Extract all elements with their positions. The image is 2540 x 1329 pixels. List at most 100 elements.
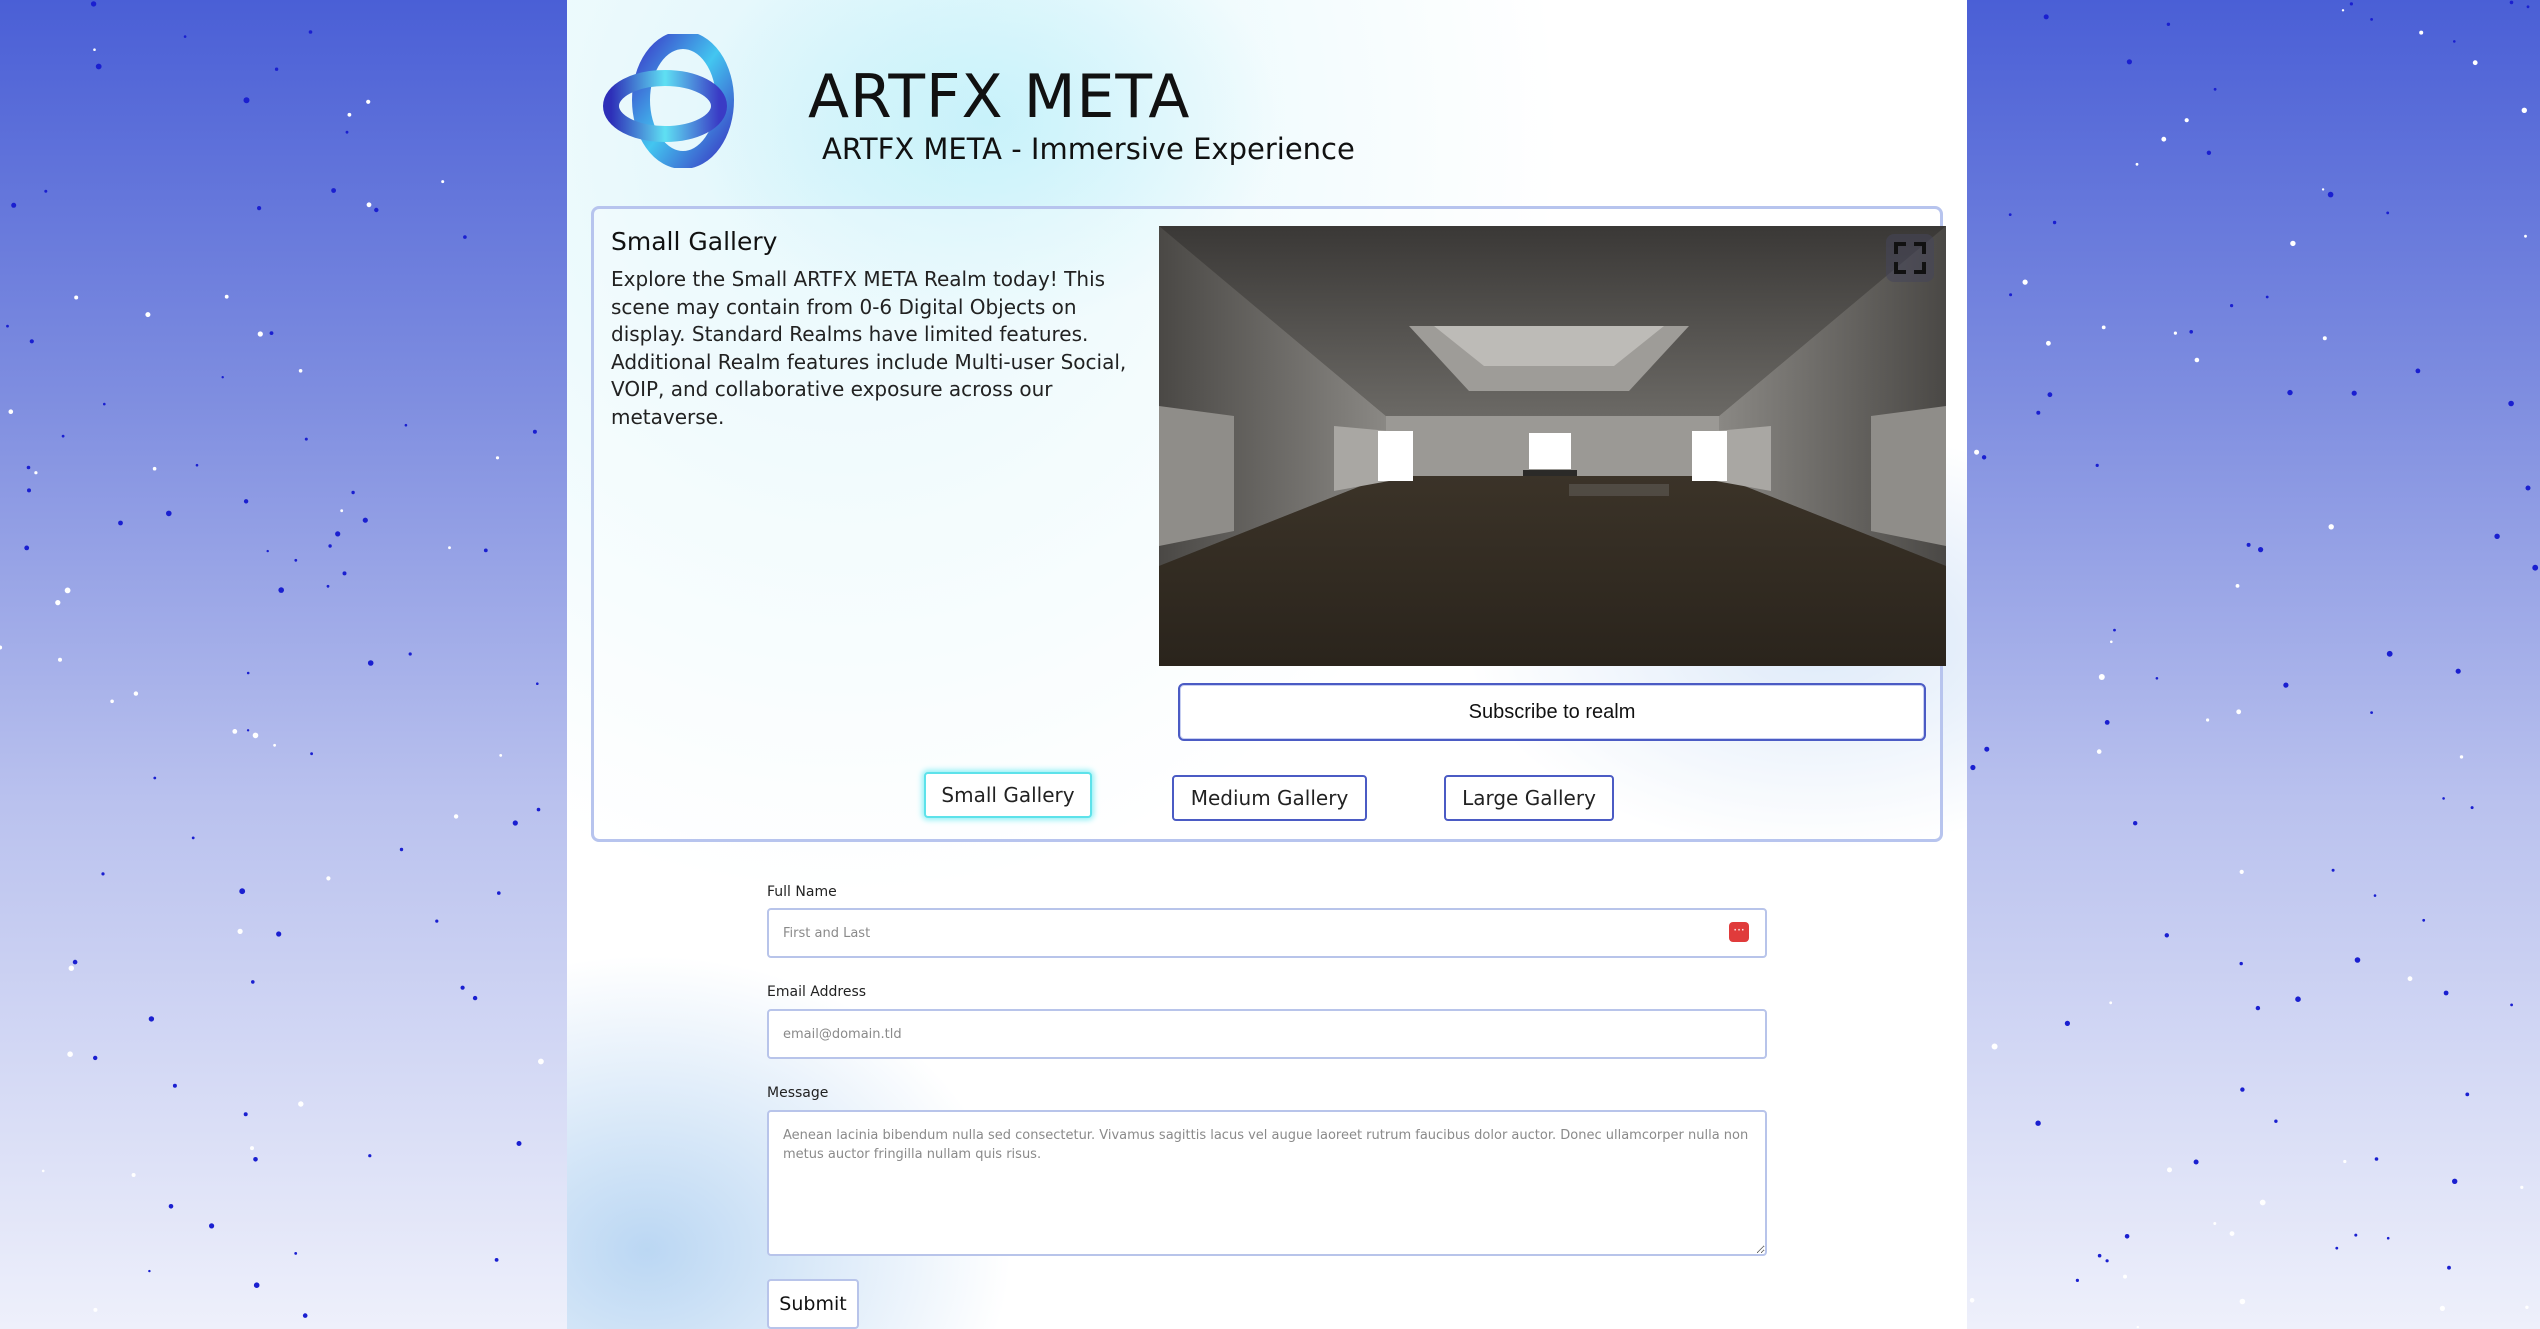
star-dot: [101, 872, 105, 876]
star-dot: [2331, 868, 2335, 872]
gallery-description: Explore the Small ARTFX META Realm today…: [611, 267, 1127, 429]
star-dot: [195, 463, 199, 467]
brand-title: ARTFX META: [808, 62, 1191, 132]
message-field[interactable]: [767, 1110, 1767, 1256]
star-dot: [2374, 1157, 2379, 1161]
star-dot: [8, 409, 14, 415]
star-dot: [2259, 1199, 2266, 1206]
star-dot: [239, 888, 246, 895]
gallery-title: Small Gallery: [611, 227, 778, 256]
star-dot: [2442, 797, 2445, 800]
star-dot: [243, 1112, 248, 1117]
star-dot: [2265, 295, 2269, 299]
star-dot: [2509, 0, 2514, 5]
star-dot: [497, 891, 501, 895]
star-dot: [93, 1055, 98, 1061]
tab-medium-gallery[interactable]: Medium Gallery: [1172, 775, 1367, 821]
star-dot: [453, 814, 459, 819]
star-dot: [2407, 976, 2413, 982]
star-dot: [2206, 718, 2210, 722]
star-dot: [494, 1258, 499, 1262]
star-dot: [29, 339, 34, 344]
star-dot: [2459, 755, 2464, 759]
star-dot: [2341, 9, 2345, 12]
star-dot: [2230, 304, 2234, 308]
email-field[interactable]: [767, 1009, 1767, 1059]
gallery-3d-preview[interactable]: [1159, 226, 1946, 666]
star-dot: [2194, 357, 2200, 363]
star-dot: [44, 189, 48, 193]
star-dot: [2239, 869, 2244, 875]
star-dot: [257, 331, 263, 337]
star-dot: [2193, 1159, 2199, 1165]
star-dot: [257, 206, 262, 211]
star-dot: [340, 509, 344, 513]
star-dot: [274, 67, 279, 71]
star-dot: [2109, 1001, 2113, 1005]
star-dot: [2283, 682, 2289, 688]
star-dot: [2327, 191, 2334, 198]
tab-small-gallery[interactable]: Small Gallery: [924, 772, 1092, 818]
star-dot: [2045, 340, 2051, 346]
star-dot: [310, 752, 313, 756]
subscribe-button[interactable]: Subscribe to realm: [1178, 683, 1926, 741]
star-dot: [131, 1173, 136, 1177]
star-dot: [448, 546, 451, 550]
tab-large-gallery[interactable]: Large Gallery: [1444, 775, 1614, 821]
star-dot: [2213, 1222, 2217, 1225]
star-dot: [2525, 485, 2531, 491]
star-dot: [2184, 118, 2189, 123]
star-dot: [2439, 1305, 2445, 1311]
star-dot: [2113, 628, 2116, 632]
star-dot: [2166, 22, 2171, 26]
full-name-field[interactable]: [767, 908, 1767, 958]
star-dot: [532, 429, 537, 434]
star-dot: [278, 587, 285, 593]
star-dot: [148, 1269, 151, 1273]
star-dot: [2343, 1159, 2347, 1164]
star-dot: [246, 729, 250, 732]
star-dot: [2105, 1259, 2109, 1263]
star-dot: [2526, 5, 2530, 9]
star-dot: [153, 776, 157, 780]
submit-button[interactable]: Submit: [767, 1279, 859, 1329]
star-dot: [41, 1169, 45, 1173]
star-dot: [2239, 961, 2243, 966]
star-dot: [2349, 2, 2353, 6]
star-dot: [237, 928, 243, 935]
star-dot: [2452, 1178, 2458, 1185]
star-dot: [404, 423, 408, 427]
star-dot: [61, 434, 65, 438]
star-dot: [512, 820, 518, 826]
star-dot: [2052, 220, 2057, 225]
fullscreen-button[interactable]: [1886, 234, 1934, 282]
star-dot: [2095, 463, 2099, 467]
star-dot: [304, 437, 308, 441]
star-dot: [145, 312, 151, 318]
star-dot: [1981, 455, 1987, 460]
star-dot: [2167, 1167, 2172, 1173]
star-dot: [2322, 336, 2327, 341]
star-dot: [2508, 400, 2514, 407]
star-dot: [11, 202, 17, 208]
star-dot: [2098, 674, 2105, 680]
star-dot: [253, 1157, 258, 1162]
star-dot: [2161, 136, 2167, 142]
star-dot: [90, 1, 97, 7]
star-dot: [2235, 584, 2240, 588]
brand-subtitle: ARTFX META - Immersive Experience: [822, 132, 1355, 166]
star-dot: [2135, 162, 2139, 166]
star-dot: [253, 1282, 260, 1288]
star-dot: [273, 743, 276, 747]
star-dot: [2453, 40, 2456, 43]
star-dot: [27, 488, 31, 493]
star-dot: [2524, 234, 2527, 238]
star-dot: [74, 295, 79, 300]
star-dot: [93, 48, 96, 51]
star-dot: [209, 1223, 215, 1229]
password-manager-icon[interactable]: ···: [1729, 922, 1749, 942]
star-dot: [2035, 1120, 2041, 1126]
star-dot: [331, 188, 336, 193]
star-dot: [2124, 1234, 2130, 1239]
star-dot: [24, 545, 30, 551]
